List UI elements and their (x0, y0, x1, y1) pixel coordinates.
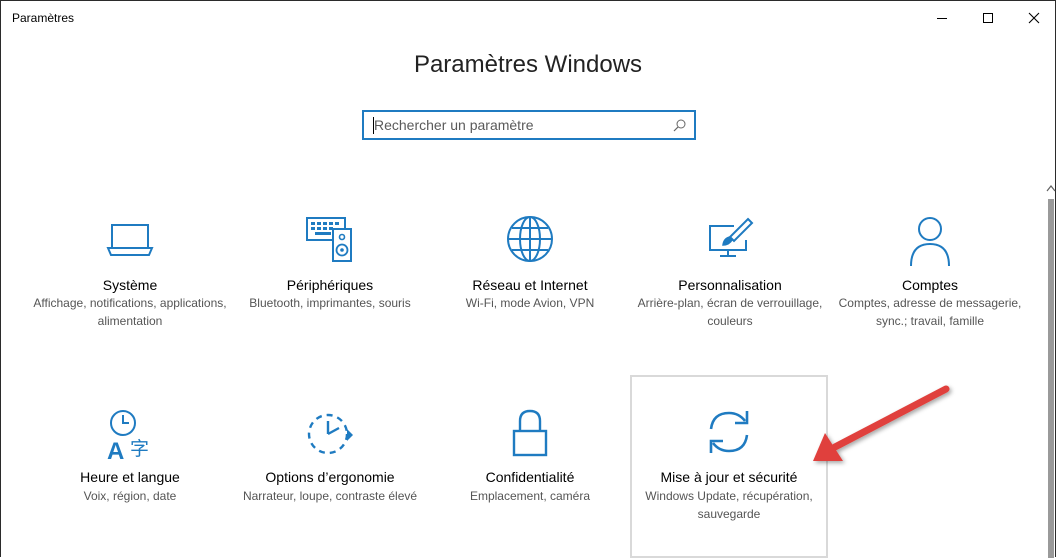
search-input[interactable] (374, 115, 664, 135)
tile-label: Options d’ergonomie (265, 469, 395, 485)
tile-description: Windows Update, récupération, sauvegarde (645, 489, 813, 521)
tile-options-ergonomie[interactable]: Options d’ergonomie Narrateur, loupe, co… (231, 401, 429, 551)
tile-label: Système (102, 277, 158, 293)
page-title: Paramètres Windows (413, 51, 643, 78)
svg-text:字: 字 (130, 438, 149, 460)
tile-comptes[interactable]: Comptes Comptes, adresse de messagerie, … (831, 206, 1029, 366)
devices-icon (231, 212, 429, 264)
scrollbar-thumb[interactable] (1048, 199, 1054, 558)
minimize-icon (937, 18, 947, 19)
laptop-icon (31, 218, 229, 258)
tile-personnalisation[interactable]: Personnalisation Arrière-plan, écran de … (631, 206, 829, 366)
tile-label: Comptes (901, 277, 959, 293)
tile-description: Affichage, notifications, applications, … (33, 296, 227, 328)
tile-heure-langue[interactable]: A 字 Heure et langue Voix, région, date (31, 401, 229, 551)
close-icon (1028, 12, 1040, 24)
tile-mise-a-jour-securite[interactable]: Mise à jour et sécurité Windows Update, … (630, 375, 828, 558)
maximize-button[interactable] (965, 1, 1011, 35)
annotation-arrow-icon (813, 385, 950, 461)
tile-description: Bluetooth, imprimantes, souris (249, 296, 411, 310)
svg-text:A: A (107, 438, 124, 461)
minimize-button[interactable] (919, 1, 965, 35)
tile-label: Réseau et Internet (472, 277, 588, 293)
globe-icon (431, 214, 629, 264)
tile-systeme[interactable]: Système Affichage, notifications, applic… (31, 206, 229, 366)
personalization-icon (631, 216, 829, 262)
tile-reseau-internet[interactable]: Réseau et Internet Wi-Fi, mode Avion, VP… (431, 206, 629, 366)
tile-description: Emplacement, caméra (469, 489, 591, 503)
ease-of-access-icon (231, 411, 429, 457)
close-button[interactable] (1011, 1, 1057, 35)
time-language-icon: A 字 (31, 407, 229, 461)
tile-label: Personnalisation (678, 277, 782, 293)
search-icon[interactable] (673, 119, 686, 132)
tile-confidentialite[interactable]: Confidentialité Emplacement, caméra (431, 401, 629, 551)
window-title: Paramètres (12, 11, 75, 25)
tile-description: Arrière-plan, écran de verrouillage, cou… (637, 296, 823, 328)
tile-description: Narrateur, loupe, contraste élevé (242, 489, 418, 503)
person-icon (831, 214, 1029, 268)
tile-label: Heure et langue (80, 469, 180, 485)
update-sync-icon (632, 407, 826, 457)
tile-peripheriques[interactable]: Périphériques Bluetooth, imprimantes, so… (231, 206, 429, 366)
title-bar[interactable]: Paramètres (1, 1, 1055, 35)
tile-description: Comptes, adresse de messagerie, sync.; t… (838, 296, 1022, 328)
tile-label: Périphériques (286, 277, 374, 293)
lock-icon (431, 407, 629, 459)
tile-description: Voix, région, date (83, 489, 177, 503)
scroll-up-icon[interactable] (1046, 182, 1056, 194)
maximize-icon (983, 13, 993, 23)
tile-label: Mise à jour et sécurité (660, 469, 798, 485)
tile-label: Confidentialité (485, 469, 575, 485)
settings-window: Paramètres Paramètres Windows Système Af… (0, 0, 1056, 558)
search-box[interactable] (362, 110, 696, 140)
tile-description: Wi-Fi, mode Avion, VPN (465, 296, 595, 310)
